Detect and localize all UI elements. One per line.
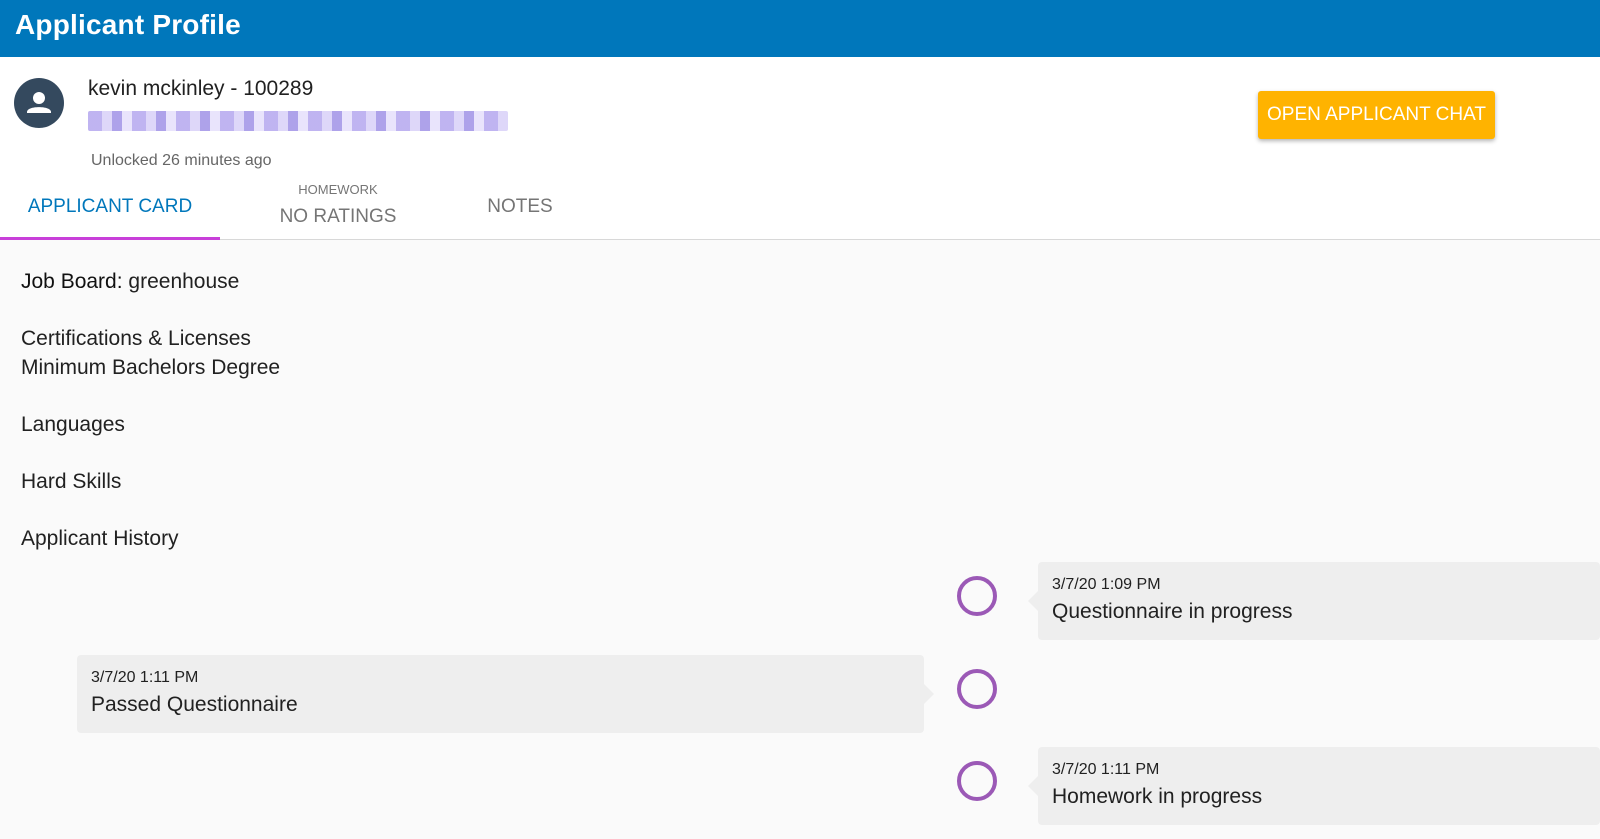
tab-applicant-card-label: APPLICANT CARD — [27, 196, 193, 217]
history-event: Homework in progress — [1052, 785, 1263, 808]
tab-notes-label: NOTES — [487, 196, 553, 217]
history-event: Passed Questionnaire — [91, 693, 298, 716]
history-timestamp: 3/7/20 1:11 PM — [1052, 761, 1160, 778]
tab-notes[interactable]: NOTES — [450, 175, 590, 239]
hard-skills-label: Hard Skills — [21, 470, 122, 493]
job-board-field: Job Board: greenhouse — [21, 270, 239, 294]
tab-homework[interactable]: HOMEWORK NO RATINGS — [258, 175, 418, 239]
avatar — [14, 78, 64, 128]
open-applicant-chat-button[interactable]: OPEN APPLICANT CHAT — [1258, 91, 1495, 139]
history-timestamp: 3/7/20 1:09 PM — [1052, 576, 1161, 593]
applicant-name: kevin mckinley - 100289 — [88, 77, 314, 100]
job-board-value: greenhouse — [128, 270, 240, 293]
bubble-pointer — [1028, 591, 1038, 611]
profile-tabs: APPLICANT CARD HOMEWORK NO RATINGS NOTES — [0, 175, 1600, 240]
unlocked-status: Unlocked 26 minutes ago — [91, 152, 272, 169]
tab-applicant-card[interactable]: APPLICANT CARD — [0, 175, 220, 240]
timeline-dot — [957, 669, 997, 709]
page-title: Applicant Profile — [15, 9, 241, 40]
bubble-pointer — [1028, 776, 1038, 796]
tab-homework-label: NO RATINGS — [279, 206, 397, 227]
timeline-dot — [957, 576, 997, 616]
history-entry: 3/7/20 1:11 PM Passed Questionnaire — [77, 655, 934, 733]
person-icon — [27, 92, 51, 113]
history-entry: 3/7/20 1:11 PM Homework in progress — [1028, 747, 1600, 825]
history-event: Questionnaire in progress — [1052, 600, 1293, 623]
history-timestamp: 3/7/20 1:11 PM — [91, 669, 199, 686]
job-board-label: Job Board: — [21, 270, 123, 293]
languages-label: Languages — [21, 413, 125, 436]
tab-homework-sublabel: HOMEWORK — [298, 182, 378, 197]
certifications-value: Minimum Bachelors Degree — [21, 356, 281, 379]
applicant-header: kevin mckinley - 100289 Unlocked 26 minu… — [0, 57, 1600, 240]
history-entry: 3/7/20 1:09 PM Questionnaire in progress — [1028, 562, 1600, 640]
top-app-bar: Applicant Profile — [0, 0, 1600, 57]
redacted-email — [88, 111, 508, 131]
timeline-dot — [957, 761, 997, 801]
applicant-profile-page: Applicant Profile kevin mckinley - 10028… — [0, 0, 1600, 839]
bubble-pointer — [924, 684, 934, 704]
certifications-label: Certifications & Licenses — [21, 327, 251, 350]
applicant-card-content: Job Board: greenhouse Certifications & L… — [0, 240, 1600, 839]
applicant-history-label: Applicant History — [21, 527, 179, 550]
